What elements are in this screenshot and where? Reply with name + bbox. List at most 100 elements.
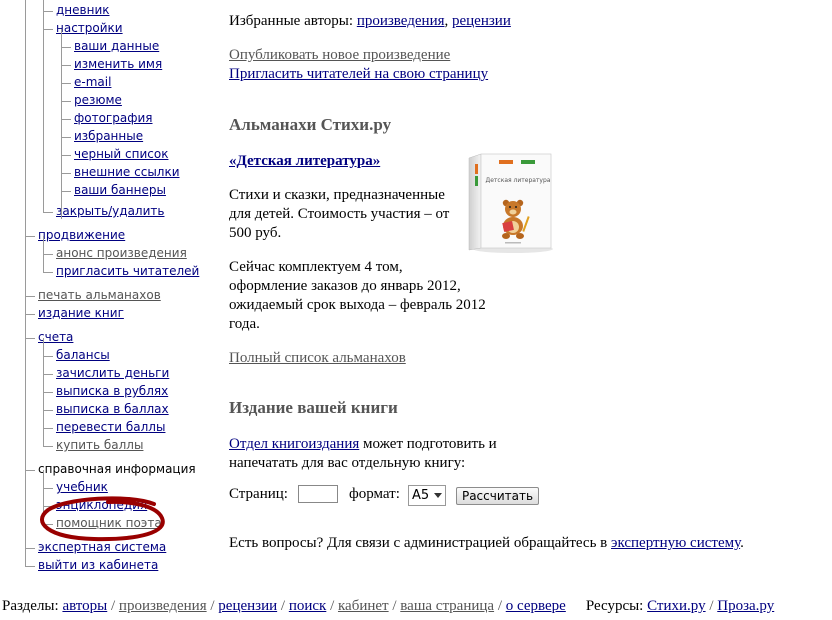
tree-connector [25,566,35,567]
resources-label: Ресурсы: [585,598,648,614]
sidebar-row: анонс произведения [56,244,187,262]
tree-connector [61,119,71,120]
almanac-status-line: оформление заказов до январь 2012, [229,278,461,294]
sidebar-item[interactable]: избранные [74,127,143,145]
book-description-line: напечатать для вас отдельную книгу: [229,455,466,471]
sidebar-item[interactable]: перевести баллы [56,418,165,436]
favorites-reviews-link[interactable]: рецензии [452,13,511,29]
sidebar-item[interactable]: резюме [74,91,122,109]
sidebar-row: резюме [74,91,122,109]
tree-connector [43,428,53,429]
tree-connector [25,296,35,297]
sidebar-item[interactable]: дневник [56,1,110,19]
sidebar-row: пригласить читателей [56,262,199,280]
publish-new-work-link[interactable]: Опубликовать новое произведение [229,47,450,63]
sidebar-item[interactable]: учебник [56,478,108,496]
sidebar-item[interactable]: настройки [56,19,123,37]
tree-guide [43,338,44,447]
sidebar-row: справочная информация [38,460,196,478]
expert-system-link[interactable]: экспертную систему [611,535,740,551]
footer-section-link[interactable]: о сервере [506,598,566,614]
sidebar-row: выйти из кабинета [38,556,158,574]
sidebar-item: справочная информация [38,462,196,476]
sidebar-item[interactable]: ваши баннеры [74,181,166,199]
tree-connector [25,236,35,237]
calculate-button[interactable]: Рассчитать [456,487,539,505]
tree-connector [43,212,53,213]
invite-readers-link[interactable]: Пригласить читателей на свою страницу [229,66,488,82]
book-department-link[interactable]: Отдел книгоиздания [229,436,359,452]
footer-resource-link[interactable]: Стихи.ру [647,598,705,614]
sidebar-item[interactable]: анонс произведения [56,244,187,262]
sidebar-item[interactable]: выйти из кабинета [38,556,158,574]
sidebar-row: ваши данные [74,37,159,55]
sidebar-item[interactable]: издание книг [38,304,124,322]
sidebar-item[interactable]: черный список [74,145,168,163]
tree-connector [61,101,71,102]
almanac-full-list-link[interactable]: Полный список альманахов [229,350,406,366]
sidebar-item[interactable]: e-mail [74,73,111,91]
sidebar-item[interactable]: продвижение [38,226,125,244]
sidebar-item[interactable]: купить баллы [56,436,143,454]
sidebar-item[interactable]: изменить имя [74,55,162,73]
footer-section-link[interactable]: ваша страница [400,598,494,614]
almanac-book-cover[interactable] [465,152,555,254]
footer-resource-link[interactable]: Проза.ру [717,598,774,614]
tree-connector [61,47,71,48]
sidebar-item[interactable]: выписка в рублях [56,382,168,400]
almanac-title-link[interactable]: «Детская литература» [229,153,380,169]
sidebar-row: внешние ссылки [74,163,180,181]
sidebar-row: выписка в баллах [56,400,169,418]
format-select[interactable]: A5 [408,485,446,506]
sidebar-item[interactable]: энциклопедия [56,496,147,514]
tree-guide [25,0,26,567]
footer-section-link[interactable]: произведения [119,598,207,614]
footer-section-link[interactable]: кабинет [338,598,389,614]
footer-section-link[interactable]: авторы [62,598,107,614]
sidebar-row: купить баллы [56,436,143,454]
sidebar-row: фотография [74,109,153,127]
sidebar-item[interactable]: внешние ссылки [74,163,180,181]
tree-connector [25,470,35,471]
sidebar-item[interactable]: пригласить читателей [56,262,199,280]
tree-guide [61,29,62,219]
pages-input[interactable] [298,485,338,503]
sidebar-item[interactable]: балансы [56,346,110,364]
tree-connector [43,392,53,393]
questions-line: Есть вопросы? Для связи с администрацией… [229,535,744,551]
tree-guide [43,236,44,273]
almanacs-heading: Альманахи Стихи.ру [229,115,392,134]
footer-separator: / [494,598,506,614]
tree-connector [43,356,53,357]
sidebar-item[interactable]: зачислить деньги [56,364,169,382]
almanac-status-line: ожидаемый срок выхода – февраль 2012 [229,297,486,313]
sidebar-item[interactable]: закрыть/удалить [56,202,164,220]
favorites-works-link[interactable]: произведения [357,13,445,29]
sidebar-item[interactable]: ваши данные [74,37,159,55]
tree-connector [43,254,53,255]
sidebar-row: учебник [56,478,108,496]
almanac-status-line: года. [229,316,260,332]
sidebar-item[interactable]: помощник поэта [56,514,162,532]
sidebar-row: экспертная система [38,538,166,556]
sidebar-row: настройки [56,19,123,37]
tree-connector [25,548,35,549]
footer-section-link[interactable]: поиск [289,598,327,614]
sidebar-row: печать альманахов [38,286,161,304]
sidebar-item[interactable]: фотография [74,109,153,127]
tree-connector [43,446,53,447]
sidebar-item[interactable]: печать альманахов [38,286,161,304]
sidebar-row: энциклопедия [56,496,147,514]
tree-connector [61,137,71,138]
almanac-description-line: Стихи и сказки, предназначенные [229,187,445,203]
sidebar-row: избранные [74,127,143,145]
sidebar-row: ваши баннеры [74,181,166,199]
sidebar-item[interactable]: выписка в баллах [56,400,169,418]
sidebar-item[interactable]: экспертная система [38,538,166,556]
tree-connector [43,488,53,489]
footer-section-link[interactable]: рецензии [218,598,277,614]
almanac-description-line: 500 руб. [229,225,282,241]
footer: Разделы: авторы / произведения / рецензи… [2,598,830,618]
format-label: формат: [349,486,400,502]
book-publishing-heading: Издание вашей книги [229,398,398,417]
